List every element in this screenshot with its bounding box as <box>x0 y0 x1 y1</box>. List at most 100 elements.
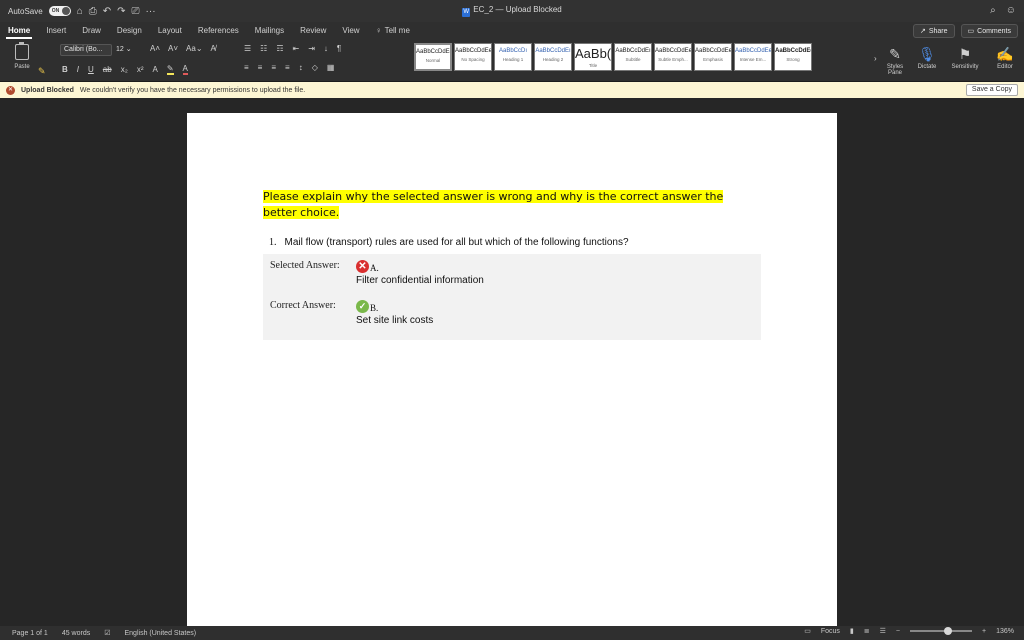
style-emphasis[interactable]: AaBbCcDdEe Emphasis <box>694 43 732 71</box>
sensitivity-icon: ⚑ <box>958 46 972 62</box>
style-subtitle[interactable]: AaBbCcDdEı Subtitle <box>614 43 652 71</box>
style-no-spacing[interactable]: AaBbCcDdEe No Spacing <box>454 43 492 71</box>
selected-answer-label: Selected Answer: <box>270 260 340 271</box>
word-count[interactable]: 45 words <box>62 630 90 637</box>
tab-references[interactable]: References <box>190 22 247 40</box>
text-effects-icon[interactable]: A <box>152 65 157 74</box>
correct-answer-row: Correct Answer: ✓ B. Set site link costs <box>270 300 433 326</box>
strikethrough-icon[interactable]: ab <box>103 65 112 74</box>
selected-answer-text: Filter confidential information <box>356 275 484 286</box>
italic-icon[interactable]: I <box>77 65 79 74</box>
home-icon[interactable]: ⌂ <box>77 6 83 17</box>
print-icon[interactable]: ⎚ <box>132 6 140 17</box>
tell-me[interactable]: ♀ Tell me <box>368 22 418 40</box>
account-icon[interactable]: ☺ <box>1006 5 1016 16</box>
style-name: No Spacing <box>461 57 485 62</box>
format-painter-icon[interactable]: ✎ <box>38 66 46 77</box>
selected-letter: A. <box>370 263 379 273</box>
underline-icon[interactable]: U <box>88 65 94 74</box>
pilcrow-icon[interactable]: ¶ <box>337 44 341 53</box>
bold-icon[interactable]: B <box>62 65 68 74</box>
save-icon[interactable]: ⎙ <box>89 6 97 17</box>
tab-view[interactable]: View <box>334 22 367 40</box>
share-label: Share <box>928 27 948 35</box>
style-title[interactable]: AaBb(Title <box>574 43 612 71</box>
highlight-icon[interactable]: ✎ <box>166 64 174 75</box>
increase-indent-icon[interactable]: ⇥ <box>308 44 315 53</box>
paste-label: Paste <box>14 64 30 70</box>
sensitivity-label: Sensitivity <box>951 64 979 70</box>
search-icon[interactable]: ⌕ <box>990 5 996 16</box>
decrease-indent-icon[interactable]: ⇤ <box>293 44 300 53</box>
style-intense-emphasis[interactable]: AaBbCcDdEe Intense Em... <box>734 43 772 71</box>
align-right-icon[interactable]: ≡ <box>271 63 276 72</box>
style-name: Normal <box>425 58 441 63</box>
borders-icon[interactable]: ▦ <box>327 63 335 72</box>
tab-draw[interactable]: Draw <box>74 22 109 40</box>
line-spacing-icon[interactable]: ↕ <box>299 63 303 72</box>
shrink-font-icon[interactable]: A˅ <box>168 44 178 53</box>
tab-home[interactable]: Home <box>0 22 38 40</box>
web-layout-icon[interactable]: ≣ <box>864 627 870 635</box>
proofing-icon[interactable]: ☑ <box>104 629 110 637</box>
superscript-icon[interactable]: x² <box>137 65 144 74</box>
style-sample: AaBbCcDdEı <box>535 48 571 54</box>
font-size-select[interactable]: 12 ⌄ <box>116 44 146 56</box>
language[interactable]: English (United States) <box>125 630 197 637</box>
tab-design[interactable]: Design <box>109 22 150 40</box>
document-area[interactable]: Please explain why the selected answer i… <box>0 98 1024 626</box>
align-center-icon[interactable]: ≡ <box>258 63 263 72</box>
paste-button[interactable]: Paste <box>8 42 36 80</box>
dictate-button[interactable]: 🎙 Dictate <box>912 44 942 70</box>
font-name-select[interactable]: Calibri (Bo... <box>60 44 112 56</box>
change-case-icon[interactable]: Aa⌄ <box>186 44 203 53</box>
shading-icon[interactable]: ◇ <box>312 63 318 72</box>
zoom-level[interactable]: 136% <box>996 628 1014 635</box>
dictate-label: Dictate <box>917 64 937 70</box>
save-a-copy-button[interactable]: Save a Copy <box>965 84 1018 96</box>
style-subtle-emphasis[interactable]: AaBbCcDdEe Subtle Emph... <box>654 43 692 71</box>
justify-icon[interactable]: ≡ <box>285 63 290 72</box>
read-mode-icon[interactable]: ☰ <box>880 627 886 635</box>
grow-font-icon[interactable]: A˄ <box>150 44 160 53</box>
style-name: Title <box>588 63 598 68</box>
styles-gallery: AaBbCcDdEe Normal AaBbCcDdEe No Spacing Aa… <box>414 43 812 71</box>
autosave-toggle[interactable]: ON <box>48 6 71 16</box>
align-left-icon[interactable]: ≡ <box>244 63 249 72</box>
page-count[interactable]: Page 1 of 1 <box>12 630 48 637</box>
sensitivity-button[interactable]: ⚑ Sensitivity <box>950 44 980 70</box>
style-heading-2[interactable]: AaBbCcDdEı Heading 2 <box>534 43 572 71</box>
style-sample: AaBbCcDı <box>498 48 527 54</box>
clear-format-icon[interactable]: A̸ <box>211 44 216 53</box>
document-page[interactable]: Please explain why the selected answer i… <box>187 113 837 626</box>
styles-pane-button[interactable]: ✎ Styles Pane <box>880 44 910 76</box>
focus-button[interactable]: Focus <box>821 628 840 635</box>
zoom-out-icon[interactable]: − <box>896 628 900 635</box>
numbering-icon[interactable]: ☷ <box>260 44 267 53</box>
tab-mailings[interactable]: Mailings <box>247 22 292 40</box>
subscript-icon[interactable]: x₂ <box>121 65 128 74</box>
tab-review[interactable]: Review <box>292 22 334 40</box>
print-layout-icon[interactable]: ▮ <box>850 627 854 635</box>
share-button[interactable]: ↗ Share <box>912 24 955 38</box>
style-normal[interactable]: AaBbCcDdEe Normal <box>414 43 452 71</box>
style-name: Heading 1 <box>502 57 524 62</box>
comments-button[interactable]: ▭ Comments <box>960 24 1018 38</box>
redo-icon[interactable]: ↷ <box>117 6 125 17</box>
more-icon[interactable]: ··· <box>146 6 156 17</box>
multilevel-list-icon[interactable]: ☶ <box>276 44 283 53</box>
word-doc-icon: W <box>462 8 471 17</box>
bullets-icon[interactable]: ☰ <box>244 44 251 53</box>
styles-more-icon[interactable]: › <box>874 54 877 63</box>
style-strong[interactable]: AaBbCcDdEe Strong <box>774 43 812 71</box>
zoom-thumb[interactable] <box>944 627 952 635</box>
undo-icon[interactable]: ↶ <box>103 6 111 17</box>
style-heading-1[interactable]: AaBbCcDı Heading 1 <box>494 43 532 71</box>
tab-layout[interactable]: Layout <box>150 22 190 40</box>
tab-insert[interactable]: Insert <box>38 22 74 40</box>
editor-button[interactable]: ✍ Editor <box>990 44 1020 70</box>
zoom-slider[interactable] <box>910 627 972 635</box>
zoom-in-icon[interactable]: + <box>982 628 986 635</box>
sort-icon[interactable]: ↓ <box>324 44 328 53</box>
font-color-icon[interactable]: A <box>182 64 188 75</box>
